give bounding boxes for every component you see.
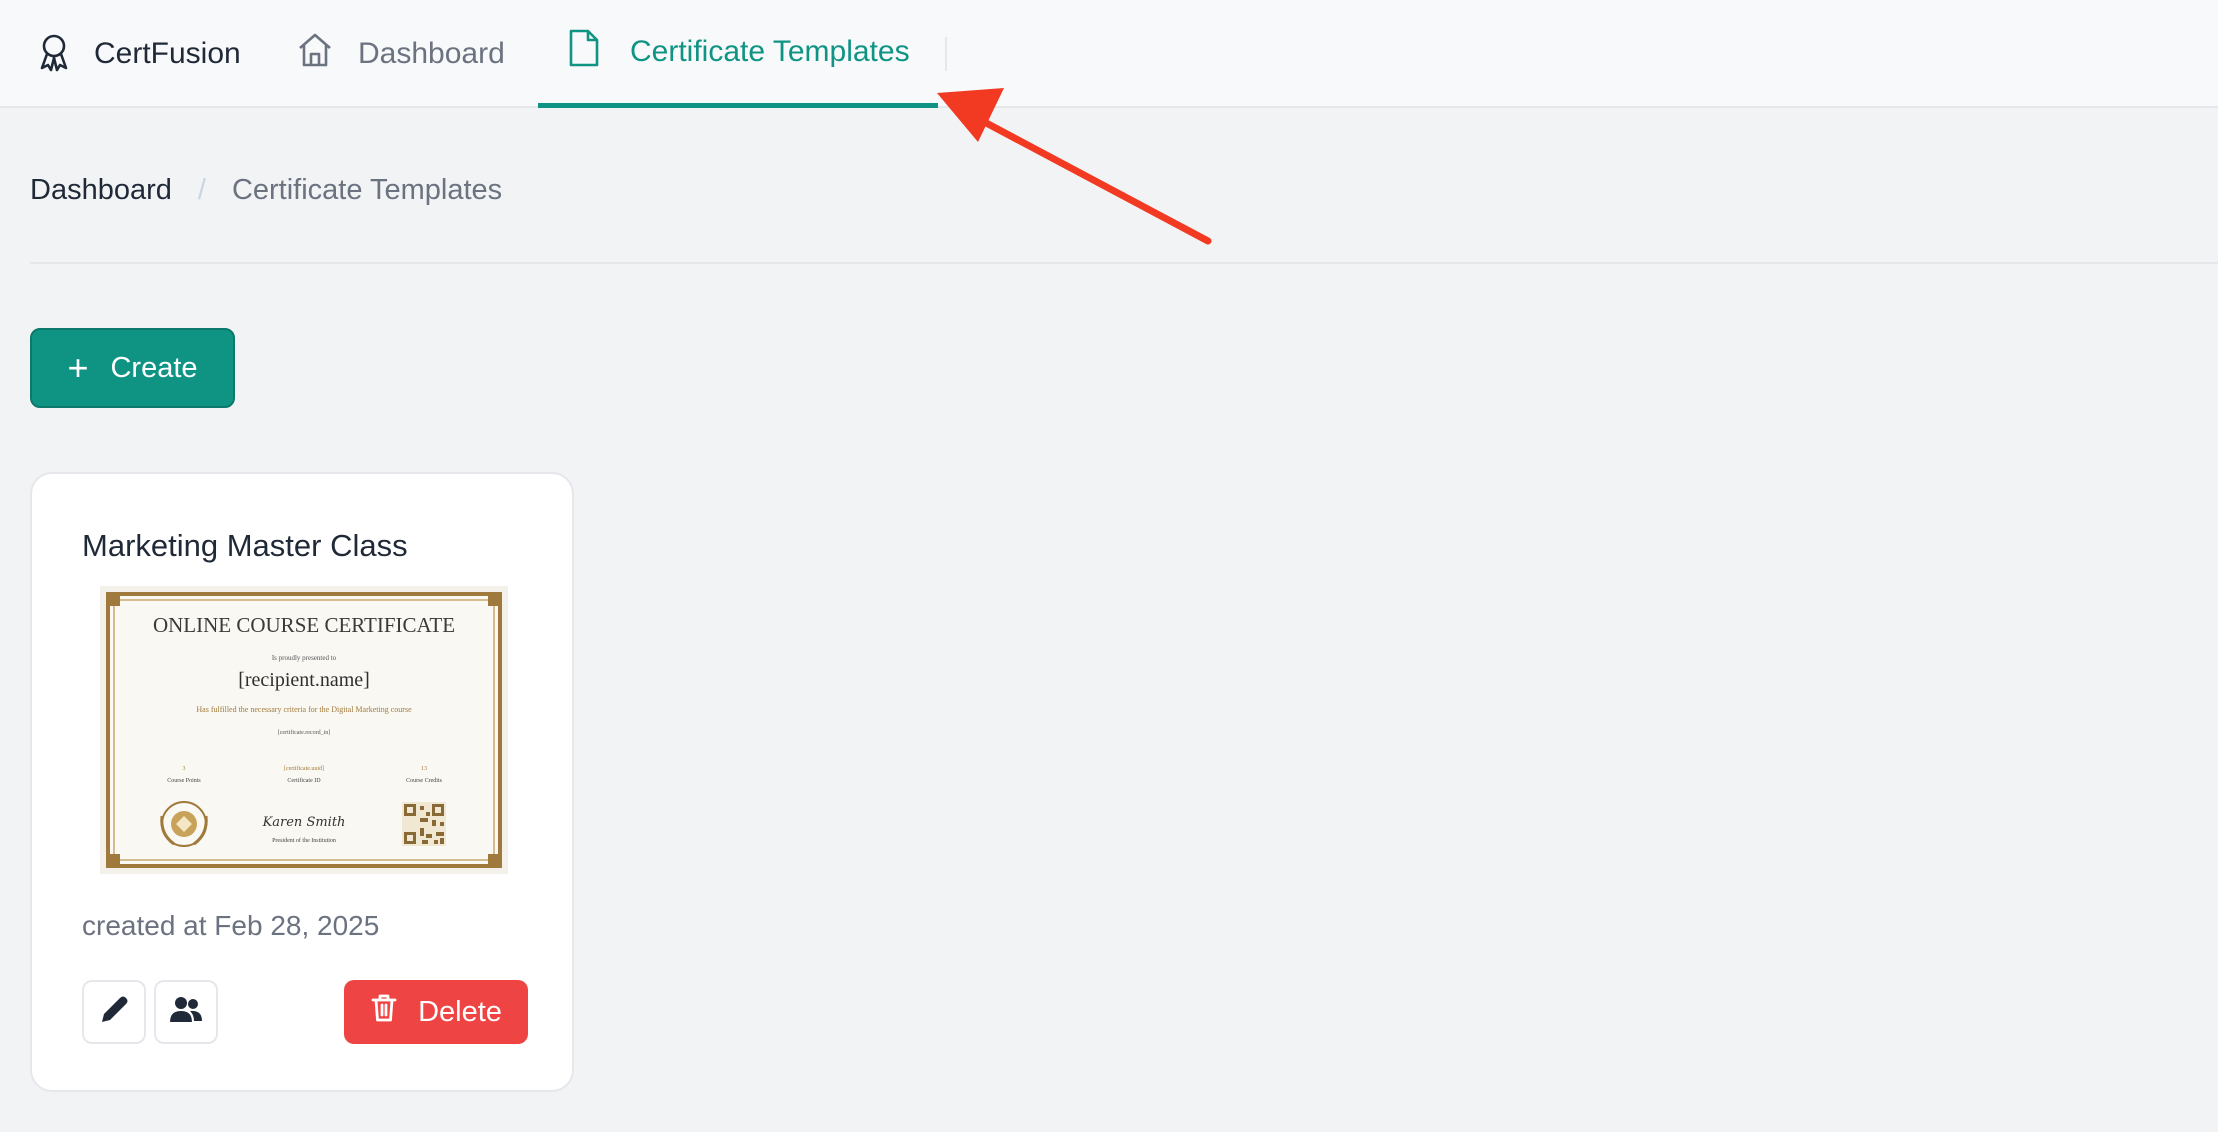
nav-item-certificate-templates[interactable]: Certificate Templates	[538, 0, 938, 108]
course-credits-value: 13	[421, 766, 427, 772]
edit-button[interactable]	[82, 980, 146, 1044]
nav-item-label: Certificate Templates	[630, 34, 910, 68]
certificate-recipient: [recipient.name]	[238, 669, 370, 691]
certificate-id-value: [certificate.uuid]	[284, 765, 324, 772]
signature: Karen Smith	[262, 815, 346, 830]
certificate-record: [certificate.record_in]	[278, 729, 330, 736]
users-icon	[168, 992, 204, 1033]
template-created-date: created at Feb 28, 2025	[82, 910, 380, 941]
template-card[interactable]: Marketing Master Class ONLINE COURSE CER…	[30, 472, 574, 1092]
award-icon	[36, 32, 72, 77]
trash-icon	[370, 993, 418, 1031]
delete-button-label: Delete	[418, 995, 502, 1028]
certificate-criteria: Has fulfilled the necessary criteria for…	[196, 705, 412, 714]
certificate-presented: Is proudly presented to	[272, 654, 337, 662]
breadcrumb-current: Certificate Templates	[231, 174, 503, 206]
nav-item-dashboard[interactable]: Dashboard	[296, 0, 505, 108]
nav-item-label: Dashboard	[358, 37, 505, 70]
brand[interactable]: CertFusion	[36, 30, 241, 78]
app-name: CertFusion	[94, 37, 241, 70]
certificate-id-label: Certificate ID	[287, 777, 321, 784]
breadcrumb-separator: /	[197, 174, 206, 206]
delete-button[interactable]: Delete	[344, 980, 528, 1044]
certificate-heading: ONLINE COURSE CERTIFICATE	[153, 613, 455, 637]
course-points-label: Course Points	[167, 778, 201, 784]
nav-divider	[945, 37, 947, 71]
create-button[interactable]: + Create	[30, 328, 235, 408]
plus-icon: +	[67, 347, 89, 388]
breadcrumb-dashboard-link[interactable]: Dashboard	[30, 174, 172, 207]
certificate-preview[interactable]: ONLINE COURSE CERTIFICATE Is proudly pre…	[100, 586, 508, 874]
home-icon	[296, 31, 358, 77]
section-divider	[30, 262, 2218, 264]
recipients-button[interactable]	[154, 980, 218, 1044]
top-navbar: CertFusion Dashboard Certificate Templat…	[0, 0, 2218, 108]
course-credits-label: Course Credits	[406, 778, 442, 784]
breadcrumb: Dashboard / Certificate Templates	[30, 174, 502, 207]
template-title: Marketing Master Class	[82, 528, 408, 563]
pencil-icon	[96, 992, 132, 1033]
create-button-label: Create	[110, 351, 198, 384]
file-icon	[566, 28, 630, 76]
course-points-value: 3	[183, 766, 186, 772]
signer-title: President of the Institution	[272, 837, 336, 844]
qr-code-icon	[402, 802, 446, 846]
